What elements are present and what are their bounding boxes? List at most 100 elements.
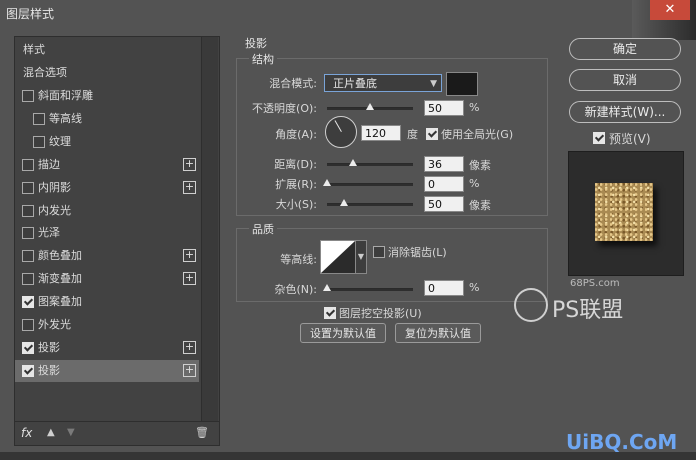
effect-label: 外发光 [38, 318, 71, 331]
size-input[interactable]: 50 [424, 196, 464, 212]
spread-unit: % [469, 177, 480, 190]
noise-label: 杂色(N): [274, 283, 317, 296]
effect-checkbox[interactable] [22, 341, 34, 354]
add-effect-icon[interactable]: + [183, 157, 196, 171]
antialias-checkbox[interactable] [373, 246, 385, 258]
spread-slider[interactable] [323, 179, 413, 186]
effect-checkbox[interactable] [22, 90, 34, 102]
add-effect-icon[interactable]: + [183, 272, 196, 286]
effect-checkbox[interactable] [22, 204, 34, 217]
distance-slider-thumb[interactable] [348, 159, 357, 166]
effect-checkbox[interactable] [22, 227, 34, 240]
effect-checkbox[interactable] [22, 273, 34, 286]
blend-mode-select[interactable]: 正片叠底 ▼ [324, 74, 442, 92]
effect-item[interactable]: 描边 + [15, 154, 199, 176]
watermark-bottom: UiBQ.CoM [566, 430, 678, 454]
spread-slider-thumb[interactable] [323, 179, 331, 186]
effect-item[interactable]: 图案叠加 [15, 291, 199, 313]
effect-item[interactable]: 渐变叠加 + [15, 268, 199, 290]
preview-checkbox[interactable] [593, 132, 605, 144]
structure-legend: 结构 [249, 51, 277, 67]
effect-item[interactable]: 光泽 [15, 222, 199, 244]
cancel-button[interactable]: 取消 [569, 69, 681, 91]
fx-icon[interactable]: fx [21, 426, 32, 440]
move-up-icon[interactable]: ▲ [47, 427, 55, 438]
noise-input[interactable]: 0 [424, 280, 464, 296]
styles-header[interactable]: 样式 [15, 39, 199, 61]
effect-item[interactable]: 纹理 [15, 131, 199, 153]
effect-item[interactable]: 颜色叠加 + [15, 245, 199, 267]
ok-button[interactable]: 确定 [569, 38, 681, 60]
watermark-site: 68PS.com [570, 278, 620, 289]
styles-toolbar: fx ▲ ▼ 🗑 [15, 421, 219, 446]
effect-item[interactable]: 内发光 [15, 200, 199, 222]
make-default-button[interactable]: 设置为默认值 [300, 323, 386, 343]
reset-default-button[interactable]: 复位为默认值 [395, 323, 481, 343]
effect-checkbox[interactable] [33, 112, 45, 125]
distance-slider[interactable] [327, 159, 413, 166]
title-bar: 图层样式 [0, 0, 696, 24]
effect-checkbox[interactable] [22, 158, 34, 171]
panel-title: 投影 [245, 37, 267, 50]
size-slider-thumb[interactable] [340, 199, 349, 206]
effect-item[interactable]: 内阴影 + [15, 177, 199, 199]
effect-checkbox[interactable] [22, 319, 34, 331]
structure-group: 结构 混合模式: 正片叠底 ▼ 不透明度(O): 50 % 角度(A): 120… [236, 51, 548, 216]
effect-label: 图案叠加 [38, 295, 82, 309]
knockout-checkbox[interactable] [324, 307, 336, 319]
noise-slider-thumb[interactable] [323, 284, 331, 291]
contour-picker[interactable] [320, 240, 356, 274]
opacity-input[interactable]: 50 [424, 100, 464, 116]
effect-checkbox[interactable] [22, 181, 34, 194]
blend-options-item[interactable]: 混合选项 [15, 62, 199, 84]
opacity-slider-thumb[interactable] [366, 103, 374, 110]
trash-icon[interactable]: 🗑 [195, 426, 209, 439]
angle-dial[interactable] [325, 116, 357, 148]
size-slider[interactable] [327, 199, 413, 206]
opacity-slider[interactable] [327, 103, 413, 110]
add-effect-icon[interactable]: + [183, 363, 196, 377]
contour-label: 等高线: [280, 253, 317, 266]
add-effect-icon[interactable]: + [183, 249, 196, 263]
chevron-down-icon: ▼ [357, 252, 365, 261]
effect-item[interactable]: 外发光 [15, 314, 199, 336]
shadow-color-swatch[interactable] [446, 72, 478, 96]
add-effect-icon[interactable]: + [183, 340, 196, 354]
styles-scrollbar[interactable] [201, 37, 218, 421]
effect-label: 光泽 [38, 226, 60, 240]
distance-unit: 像素 [469, 159, 491, 172]
spread-input[interactable]: 0 [424, 176, 464, 192]
distance-input[interactable]: 36 [424, 156, 464, 172]
move-down-icon[interactable]: ▼ [67, 427, 75, 438]
effect-checkbox[interactable] [22, 296, 34, 309]
antialias-label: 消除锯齿(L) [388, 246, 447, 259]
blend-mode-label: 混合模式: [269, 77, 317, 90]
effect-checkbox[interactable] [22, 364, 34, 377]
angle-input[interactable]: 120 [361, 125, 401, 141]
effect-label: 渐变叠加 [38, 272, 82, 286]
blend-mode-value: 正片叠底 [333, 77, 377, 90]
preview-tile [595, 183, 653, 241]
global-light-label: 使用全局光(G) [441, 128, 514, 141]
effect-item[interactable]: 投影 + [15, 359, 199, 382]
new-style-button[interactable]: 新建样式(W)... [569, 101, 681, 123]
effect-item[interactable]: 投影 + [15, 337, 199, 359]
ps-union-logo-icon [514, 288, 548, 322]
add-effect-icon[interactable]: + [183, 180, 196, 194]
quality-group: 品质 等高线: ▼ 消除锯齿(L) 杂色(N): 0 % [236, 221, 548, 302]
contour-dropdown[interactable]: ▼ [355, 240, 367, 274]
effect-checkbox[interactable] [33, 135, 45, 148]
close-button[interactable]: ✕ [650, 0, 690, 20]
effect-item[interactable]: 等高线 [15, 108, 199, 130]
effect-checkbox[interactable] [22, 250, 34, 263]
effect-item[interactable]: 斜面和浮雕 [15, 85, 199, 107]
preview-label: 预览(V) [609, 132, 651, 146]
noise-slider[interactable] [323, 284, 413, 291]
effect-label: 内发光 [38, 203, 71, 217]
spread-label: 扩展(R): [275, 178, 317, 191]
global-light-checkbox[interactable] [426, 128, 438, 140]
noise-unit: % [469, 281, 480, 294]
effect-label: 投影 [38, 363, 60, 377]
preview-thumbnail [568, 151, 684, 276]
angle-dial-needle [334, 120, 342, 132]
